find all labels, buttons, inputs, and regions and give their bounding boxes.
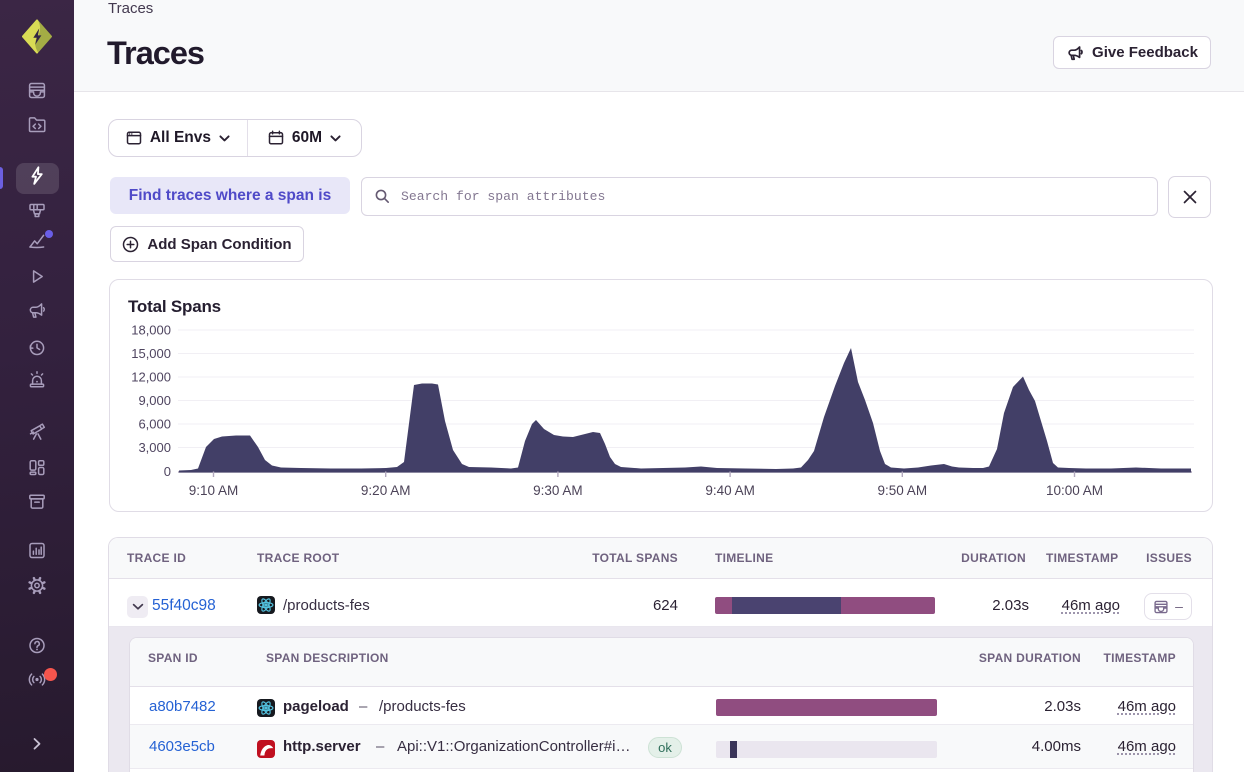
svg-text:0: 0 <box>164 464 171 479</box>
svg-text:9:10 AM: 9:10 AM <box>189 483 239 498</box>
svg-text:18,000: 18,000 <box>131 323 171 338</box>
svg-text:9:20 AM: 9:20 AM <box>361 483 411 498</box>
svg-text:9,000: 9,000 <box>138 393 171 408</box>
svg-text:9:50 AM: 9:50 AM <box>878 483 928 498</box>
svg-text:12,000: 12,000 <box>131 370 171 385</box>
svg-text:9:30 AM: 9:30 AM <box>533 483 583 498</box>
svg-text:3,000: 3,000 <box>138 440 171 455</box>
svg-text:15,000: 15,000 <box>131 346 171 361</box>
svg-text:9:40 AM: 9:40 AM <box>705 483 755 498</box>
svg-text:10:00 AM: 10:00 AM <box>1046 483 1103 498</box>
svg-text:6,000: 6,000 <box>138 417 171 432</box>
